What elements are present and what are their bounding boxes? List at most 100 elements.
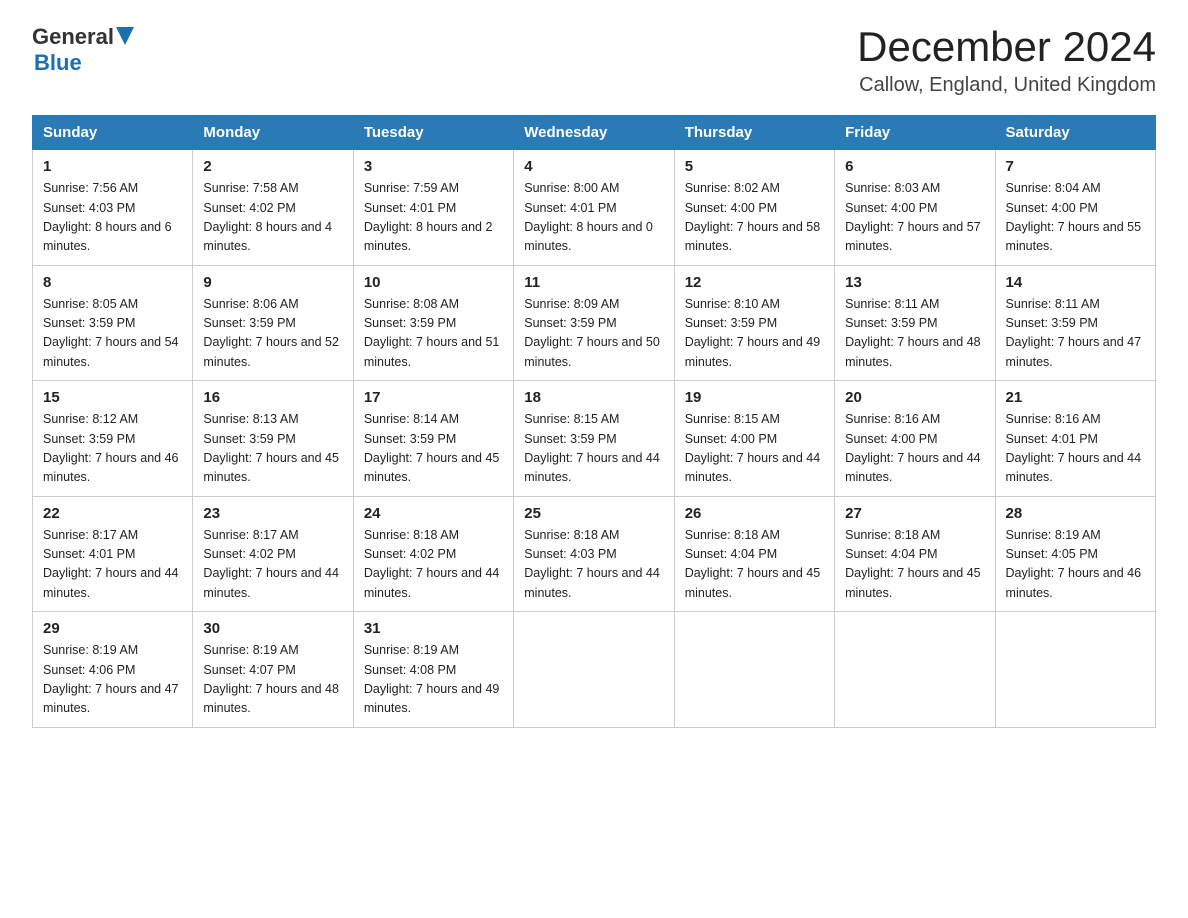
calendar-day-cell: 24Sunrise: 8:18 AMSunset: 4:02 PMDayligh… [353, 496, 513, 612]
day-number: 4 [524, 158, 663, 175]
day-number: 8 [43, 274, 182, 291]
calendar-day-cell: 28Sunrise: 8:19 AMSunset: 4:05 PMDayligh… [995, 496, 1155, 612]
calendar-day-cell: 15 Sunrise: 8:12 AMSunset: 3:59 PMDayligh… [33, 381, 193, 497]
logo-blue-text: Blue [34, 50, 82, 75]
day-number: 11 [524, 274, 663, 291]
day-info: Sunrise: 7:56 AMSunset: 4:03 PMDaylight:… [43, 179, 182, 257]
calendar-day-cell [995, 612, 1155, 728]
day-info: Sunrise: 8:03 AMSunset: 4:00 PMDaylight:… [845, 179, 984, 257]
location: Callow, England, United Kingdom [857, 74, 1156, 97]
day-number: 23 [203, 505, 342, 522]
day-of-week-header: Wednesday [514, 116, 674, 150]
day-info: Sunrise: 8:18 AMSunset: 4:04 PMDaylight:… [845, 526, 984, 604]
day-number: 16 [203, 389, 342, 406]
logo: General Blue [32, 24, 134, 76]
day-info: Sunrise: 8:15 AMSunset: 4:00 PMDaylight:… [685, 410, 824, 488]
day-info: Sunrise: 8:12 AMSunset: 3:59 PMDaylight:… [43, 410, 182, 488]
day-info: Sunrise: 8:14 AMSunset: 3:59 PMDaylight:… [364, 410, 503, 488]
day-info: Sunrise: 8:04 AMSunset: 4:00 PMDaylight:… [1006, 179, 1145, 257]
day-info: Sunrise: 8:08 AMSunset: 3:59 PMDaylight:… [364, 295, 503, 373]
calendar-day-cell: 3 Sunrise: 7:59 AMSunset: 4:01 PMDaylight… [353, 150, 513, 266]
calendar-day-cell: 30 Sunrise: 8:19 AMSunset: 4:07 PMDayligh… [193, 612, 353, 728]
day-of-week-header: Monday [193, 116, 353, 150]
calendar-week-row: 15 Sunrise: 8:12 AMSunset: 3:59 PMDayligh… [33, 381, 1156, 497]
day-of-week-header: Friday [835, 116, 995, 150]
calendar-day-cell: 4 Sunrise: 8:00 AMSunset: 4:01 PMDaylight… [514, 150, 674, 266]
day-number: 22 [43, 505, 182, 522]
day-info: Sunrise: 8:15 AMSunset: 3:59 PMDaylight:… [524, 410, 663, 488]
calendar-day-cell: 20 Sunrise: 8:16 AMSunset: 4:00 PMDayligh… [835, 381, 995, 497]
day-number: 29 [43, 620, 182, 637]
calendar-day-cell: 6 Sunrise: 8:03 AMSunset: 4:00 PMDaylight… [835, 150, 995, 266]
calendar-day-cell [514, 612, 674, 728]
day-number: 9 [203, 274, 342, 291]
calendar-day-cell: 14Sunrise: 8:11 AMSunset: 3:59 PMDayligh… [995, 265, 1155, 381]
calendar-day-cell [835, 612, 995, 728]
day-number: 1 [43, 158, 182, 175]
day-of-week-header: Tuesday [353, 116, 513, 150]
day-info: Sunrise: 8:09 AMSunset: 3:59 PMDaylight:… [524, 295, 663, 373]
day-info: Sunrise: 8:00 AMSunset: 4:01 PMDaylight:… [524, 179, 663, 257]
day-info: Sunrise: 8:02 AMSunset: 4:00 PMDaylight:… [685, 179, 824, 257]
calendar-week-row: 1 Sunrise: 7:56 AMSunset: 4:03 PMDaylight… [33, 150, 1156, 266]
calendar-day-cell [674, 612, 834, 728]
calendar-week-row: 8 Sunrise: 8:05 AMSunset: 3:59 PMDaylight… [33, 265, 1156, 381]
day-info: Sunrise: 8:19 AMSunset: 4:07 PMDaylight:… [203, 641, 342, 719]
day-info: Sunrise: 7:58 AMSunset: 4:02 PMDaylight:… [203, 179, 342, 257]
day-number: 6 [845, 158, 984, 175]
calendar-day-cell: 11 Sunrise: 8:09 AMSunset: 3:59 PMDayligh… [514, 265, 674, 381]
day-number: 3 [364, 158, 503, 175]
day-info: Sunrise: 8:16 AMSunset: 4:00 PMDaylight:… [845, 410, 984, 488]
day-number: 27 [845, 505, 984, 522]
day-info: Sunrise: 8:17 AMSunset: 4:02 PMDaylight:… [203, 526, 342, 604]
day-info: Sunrise: 7:59 AMSunset: 4:01 PMDaylight:… [364, 179, 503, 257]
calendar-day-cell: 21Sunrise: 8:16 AMSunset: 4:01 PMDayligh… [995, 381, 1155, 497]
calendar-day-cell: 13Sunrise: 8:11 AMSunset: 3:59 PMDayligh… [835, 265, 995, 381]
calendar-day-cell: 25 Sunrise: 8:18 AMSunset: 4:03 PMDayligh… [514, 496, 674, 612]
day-number: 25 [524, 505, 663, 522]
calendar-week-row: 29Sunrise: 8:19 AMSunset: 4:06 PMDayligh… [33, 612, 1156, 728]
calendar-day-cell: 7Sunrise: 8:04 AMSunset: 4:00 PMDaylight… [995, 150, 1155, 266]
calendar-day-cell: 8 Sunrise: 8:05 AMSunset: 3:59 PMDaylight… [33, 265, 193, 381]
calendar-day-cell: 17Sunrise: 8:14 AMSunset: 3:59 PMDayligh… [353, 381, 513, 497]
logo-general-text: General [32, 24, 114, 50]
calendar-day-cell: 10 Sunrise: 8:08 AMSunset: 3:59 PMDayligh… [353, 265, 513, 381]
calendar-header: SundayMondayTuesdayWednesdayThursdayFrid… [33, 116, 1156, 150]
day-number: 31 [364, 620, 503, 637]
day-number: 18 [524, 389, 663, 406]
day-number: 15 [43, 389, 182, 406]
day-number: 19 [685, 389, 824, 406]
day-number: 26 [685, 505, 824, 522]
day-number: 14 [1006, 274, 1145, 291]
day-of-week-header: Thursday [674, 116, 834, 150]
calendar-day-cell: 18 Sunrise: 8:15 AMSunset: 3:59 PMDayligh… [514, 381, 674, 497]
calendar-day-cell: 19 Sunrise: 8:15 AMSunset: 4:00 PMDayligh… [674, 381, 834, 497]
calendar-day-cell: 31Sunrise: 8:19 AMSunset: 4:08 PMDayligh… [353, 612, 513, 728]
day-info: Sunrise: 8:06 AMSunset: 3:59 PMDaylight:… [203, 295, 342, 373]
day-info: Sunrise: 8:13 AMSunset: 3:59 PMDaylight:… [203, 410, 342, 488]
calendar-day-cell: 23 Sunrise: 8:17 AMSunset: 4:02 PMDayligh… [193, 496, 353, 612]
day-info: Sunrise: 8:19 AMSunset: 4:05 PMDaylight:… [1006, 526, 1145, 604]
calendar-day-cell: 5Sunrise: 8:02 AMSunset: 4:00 PMDaylight… [674, 150, 834, 266]
calendar-week-row: 22Sunrise: 8:17 AMSunset: 4:01 PMDayligh… [33, 496, 1156, 612]
calendar-table: SundayMondayTuesdayWednesdayThursdayFrid… [32, 115, 1156, 728]
day-number: 30 [203, 620, 342, 637]
calendar-day-cell: 12 Sunrise: 8:10 AMSunset: 3:59 PMDayligh… [674, 265, 834, 381]
day-info: Sunrise: 8:10 AMSunset: 3:59 PMDaylight:… [685, 295, 824, 373]
day-number: 20 [845, 389, 984, 406]
calendar-day-cell: 9 Sunrise: 8:06 AMSunset: 3:59 PMDaylight… [193, 265, 353, 381]
calendar-day-cell: 16 Sunrise: 8:13 AMSunset: 3:59 PMDayligh… [193, 381, 353, 497]
logo-triangle-icon [116, 27, 134, 50]
header-title-block: December 2024 Callow, England, United Ki… [857, 24, 1156, 97]
day-number: 10 [364, 274, 503, 291]
month-title: December 2024 [857, 24, 1156, 70]
day-number: 12 [685, 274, 824, 291]
calendar-body: 1 Sunrise: 7:56 AMSunset: 4:03 PMDaylight… [33, 150, 1156, 728]
day-of-week-header: Saturday [995, 116, 1155, 150]
day-of-week-header: Sunday [33, 116, 193, 150]
calendar-day-cell: 1 Sunrise: 7:56 AMSunset: 4:03 PMDaylight… [33, 150, 193, 266]
day-info: Sunrise: 8:05 AMSunset: 3:59 PMDaylight:… [43, 295, 182, 373]
day-info: Sunrise: 8:18 AMSunset: 4:03 PMDaylight:… [524, 526, 663, 604]
day-number: 21 [1006, 389, 1145, 406]
calendar-day-cell: 27 Sunrise: 8:18 AMSunset: 4:04 PMDayligh… [835, 496, 995, 612]
